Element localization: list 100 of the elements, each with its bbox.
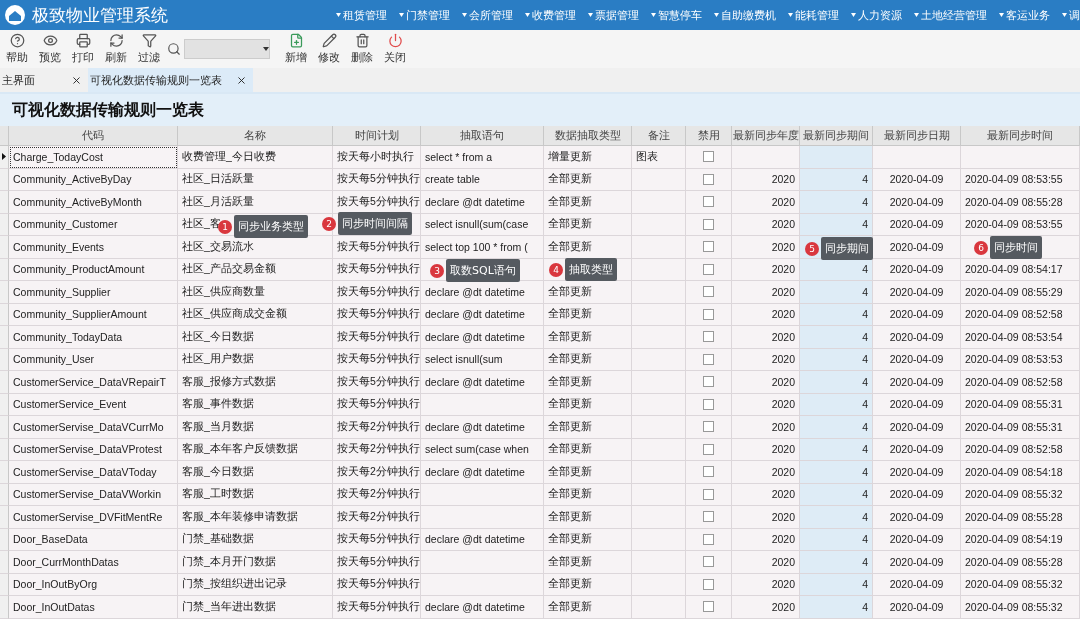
menu-item[interactable]: 收费管理: [525, 7, 576, 23]
table-cell: 按天每5分钟执行: [333, 528, 421, 551]
column-header[interactable]: 名称: [178, 126, 333, 146]
table-cell: 社区_产品交易金额: [178, 258, 333, 281]
menu-item[interactable]: 票据管理: [588, 7, 639, 23]
logo-icon: [4, 4, 26, 26]
help-button[interactable]: 帮助: [2, 33, 32, 65]
column-header[interactable]: 最新同步年度: [732, 126, 800, 146]
checkbox[interactable]: [703, 286, 714, 298]
close-icon[interactable]: [71, 74, 82, 86]
refresh-button[interactable]: 刷新: [101, 33, 131, 65]
column-header[interactable]: 代码: [9, 126, 178, 146]
checkbox[interactable]: [703, 218, 714, 230]
table-cell: 2020-04-09: [873, 416, 961, 439]
checkbox[interactable]: [703, 241, 714, 253]
edit-button[interactable]: 修改: [314, 33, 344, 65]
table-cell: 客服_报修方式数据: [178, 371, 333, 394]
table-cell: 客服_今日数据: [178, 461, 333, 484]
checkbox[interactable]: [703, 488, 714, 500]
table-cell: 按天每2分钟执行: [333, 483, 421, 506]
column-header[interactable]: 数据抽取类型: [544, 126, 632, 146]
checkbox[interactable]: [703, 196, 714, 208]
menu-item[interactable]: 客运业务: [999, 7, 1050, 23]
table-cell: 按天每5分钟执行: [333, 551, 421, 574]
table-cell: 4: [800, 416, 873, 439]
checkbox[interactable]: [703, 421, 714, 433]
column-header[interactable]: 最新同步期间: [800, 126, 873, 146]
table-cell: select top 100 * from (: [421, 236, 544, 259]
table-cell: 2020: [732, 326, 800, 349]
menu-item[interactable]: 门禁管理: [399, 7, 450, 23]
table-cell: 按天每5分钟执行: [333, 303, 421, 326]
column-header[interactable]: 最新同步时间: [961, 126, 1080, 146]
printer-icon: [75, 33, 91, 48]
table-cell: 2020-04-09: [873, 438, 961, 461]
eye-icon: [42, 33, 58, 48]
menu-item[interactable]: 调: [1062, 7, 1080, 23]
table-cell: 4: [800, 281, 873, 304]
table-cell: 2020-04-09: [873, 168, 961, 191]
caret-icon: [525, 13, 530, 17]
column-header[interactable]: 抽取语句: [421, 126, 544, 146]
checkbox[interactable]: [703, 331, 714, 343]
tab[interactable]: 可视化数据传输规则一览表: [88, 68, 253, 92]
menu-item[interactable]: 土地经营管理: [914, 7, 987, 23]
menu-item[interactable]: 租赁管理: [336, 7, 387, 23]
checkbox[interactable]: [703, 601, 714, 613]
menu-item[interactable]: 能耗管理: [788, 7, 839, 23]
checkbox[interactable]: [703, 533, 714, 545]
table-cell: declare @dt datetime: [421, 596, 544, 619]
table-cell: 按天每5分钟执行: [333, 348, 421, 371]
table-cell: 社区_供应商成交金额: [178, 303, 333, 326]
delete-button[interactable]: 删除: [347, 33, 377, 65]
checkbox[interactable]: [703, 466, 714, 478]
column-header[interactable]: 时间计划: [333, 126, 421, 146]
filter-button[interactable]: 过滤: [134, 33, 164, 65]
table-cell: 2020: [732, 573, 800, 596]
table-cell: 2020: [732, 506, 800, 529]
checkbox[interactable]: [703, 443, 714, 455]
table-cell: 2020: [732, 371, 800, 394]
checkbox[interactable]: [703, 511, 714, 523]
table-cell: 4: [800, 461, 873, 484]
checkbox[interactable]: [703, 353, 714, 365]
menu-item[interactable]: 会所管理: [462, 7, 513, 23]
table-cell: 全部更新: [544, 348, 632, 371]
checkbox[interactable]: [703, 263, 714, 275]
table-cell: 全部更新: [544, 573, 632, 596]
print-button[interactable]: 打印: [68, 33, 98, 65]
table-cell: declare @dt datetime: [421, 281, 544, 304]
caret-icon: [851, 13, 856, 17]
table-cell: Community_ProductAmount: [9, 258, 178, 281]
checkbox[interactable]: [703, 308, 714, 320]
table-cell: Door_CurrMonthDatas: [9, 551, 178, 574]
table-cell: 社区_用户数据: [178, 348, 333, 371]
table-cell: 按天每2分钟执行: [333, 438, 421, 461]
menu-item[interactable]: 自助缴费机: [714, 7, 776, 23]
checkbox[interactable]: [703, 151, 714, 163]
table-cell: 2020: [732, 528, 800, 551]
close-button[interactable]: 关闭: [380, 33, 410, 65]
add-button[interactable]: 新增: [281, 33, 311, 65]
close-icon[interactable]: [236, 74, 247, 86]
menu-item[interactable]: 人力资源: [851, 7, 902, 23]
column-header[interactable]: 最新同步日期: [873, 126, 961, 146]
table-cell: 4: [800, 213, 873, 236]
table-cell: 4: [800, 506, 873, 529]
checkbox[interactable]: [703, 398, 714, 410]
column-header[interactable]: 备注: [632, 126, 686, 146]
checkbox[interactable]: [703, 556, 714, 568]
pencil-icon: [321, 33, 337, 48]
checkbox[interactable]: [703, 173, 714, 185]
table-cell: 按天每5分钟执行: [333, 191, 421, 214]
preview-button[interactable]: 预览: [35, 33, 65, 65]
row-pointer-icon: [2, 153, 6, 161]
menu-item[interactable]: 智慧停车: [651, 7, 702, 23]
callout-label: 取数SQL语句: [446, 259, 520, 282]
table-cell: 4: [800, 573, 873, 596]
column-header[interactable]: 禁用: [686, 126, 732, 146]
table-cell: 2020-04-09 08:53:53: [961, 348, 1080, 371]
checkbox[interactable]: [703, 376, 714, 388]
table-cell: 全部更新: [544, 191, 632, 214]
checkbox[interactable]: [703, 578, 714, 590]
table-cell: declare @dt datetime: [421, 416, 544, 439]
